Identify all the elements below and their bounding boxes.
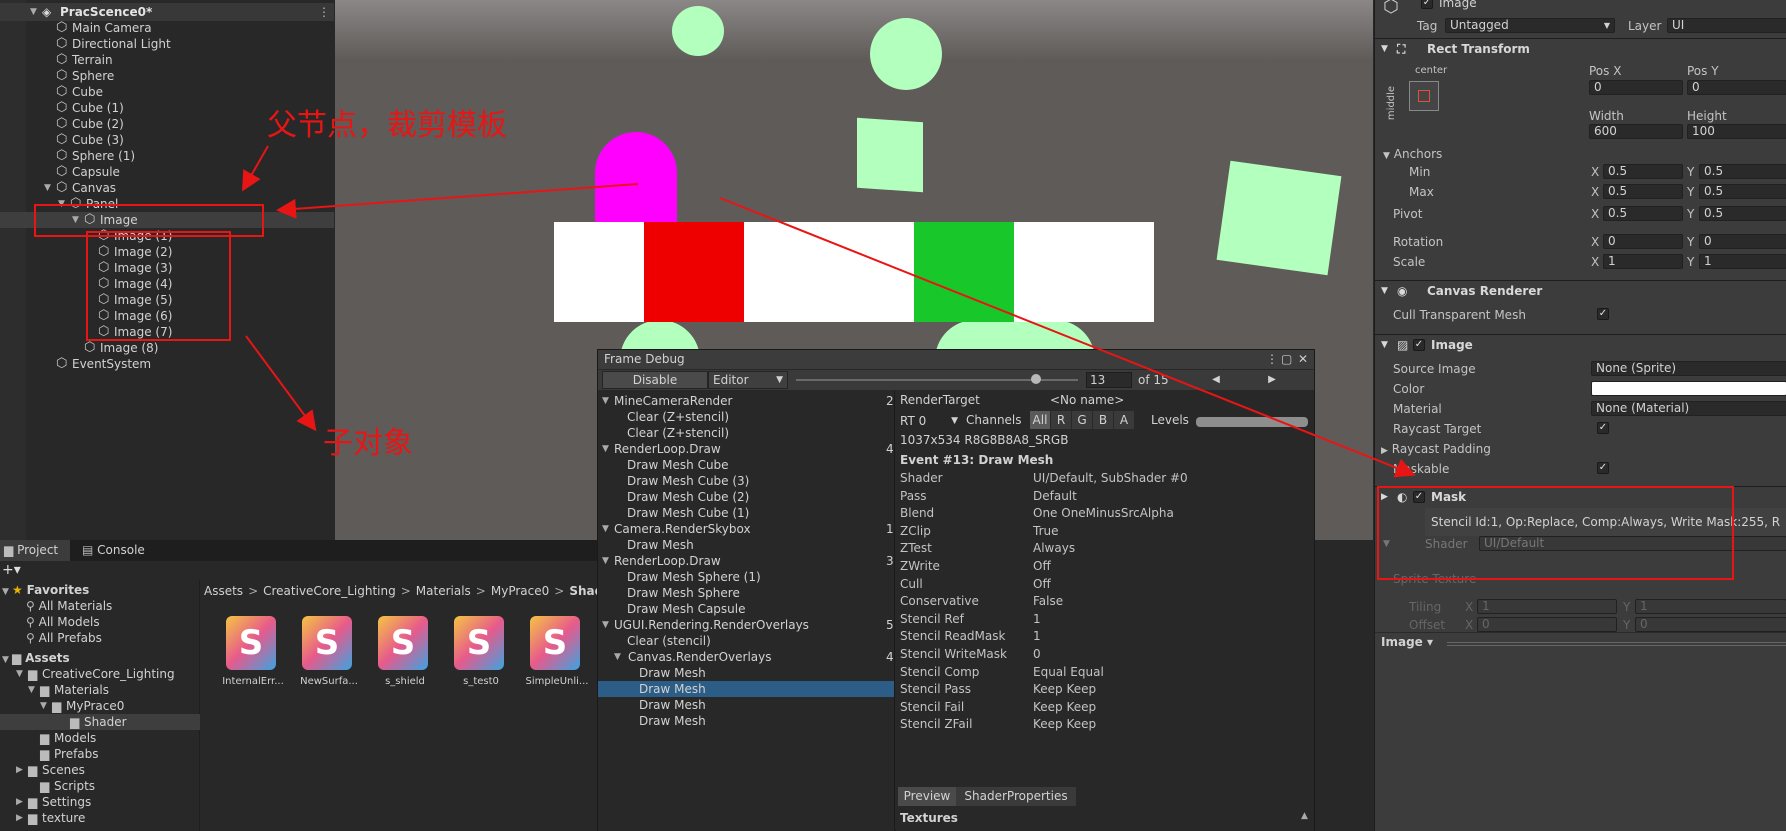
annotation-arrows bbox=[242, 145, 1416, 478]
arrow-to-mask bbox=[719, 197, 1416, 478]
arrow-children-text bbox=[245, 335, 317, 432]
arrow-scene-to-image bbox=[276, 183, 639, 219]
arrow-parent-text bbox=[242, 145, 269, 192]
